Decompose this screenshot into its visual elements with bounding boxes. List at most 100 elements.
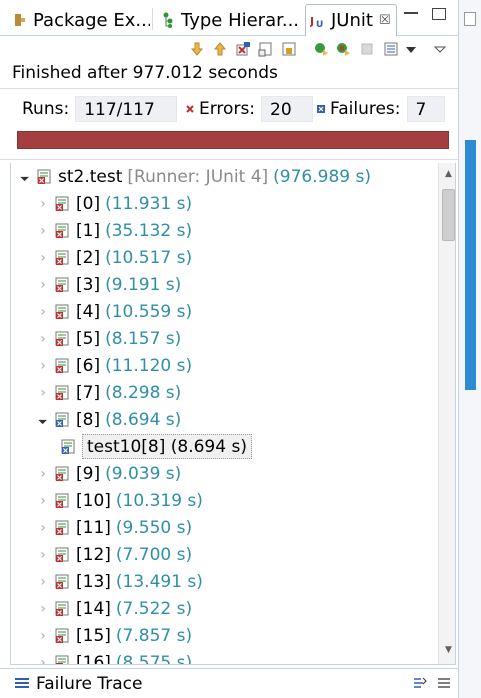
- collapse-arrow-icon[interactable]: ›: [37, 460, 49, 487]
- tree-item-test10-8[interactable]: test10[8] (8.694 s): [55, 433, 252, 460]
- tree-item[interactable]: › [1] (35.132 s): [37, 217, 192, 244]
- show-skipped-icon[interactable]: [281, 41, 297, 57]
- right-side-strip: [458, 0, 481, 698]
- item-time: (13.491 s): [115, 571, 203, 592]
- test-run-history-icon[interactable]: [383, 41, 399, 57]
- root-time: (976.989 s): [273, 166, 371, 187]
- tree-item[interactable]: › [6] (11.120 s): [37, 352, 192, 379]
- tree-item[interactable]: › [5] (8.157 s): [37, 325, 181, 352]
- tree-item[interactable]: › [12] (7.700 s): [37, 541, 192, 568]
- test-suite-error-icon: [37, 169, 51, 184]
- item-time: (9.191 s): [105, 274, 182, 295]
- document-icon[interactable]: [464, 12, 476, 26]
- runs-label: Runs:: [22, 99, 70, 119]
- tree-item[interactable]: › [10] (10.319 s): [37, 487, 203, 514]
- tab-separator: [152, 8, 153, 30]
- tree-item[interactable]: ◢ [8] (8.694 s): [37, 406, 182, 433]
- collapse-arrow-icon[interactable]: ›: [37, 352, 49, 379]
- tab-package-explorer[interactable]: Package Ex...: [12, 4, 150, 36]
- collapse-arrow-icon[interactable]: ›: [37, 487, 49, 514]
- tree-item[interactable]: › [16] (8.575 s): [37, 649, 192, 665]
- error-icon: [186, 105, 194, 113]
- test-suite-error-icon: [55, 196, 69, 211]
- test-suite-error-icon: [55, 520, 69, 535]
- root-name: st2.test: [58, 166, 123, 187]
- next-failure-icon[interactable]: [189, 41, 205, 57]
- close-icon[interactable]: ☒: [379, 13, 391, 28]
- item-name: [6]: [76, 355, 101, 376]
- tree-scrollbar[interactable]: ▲ ▼: [438, 163, 455, 664]
- view-menu-icon[interactable]: [432, 41, 448, 57]
- collapse-arrow-icon[interactable]: ›: [37, 649, 49, 665]
- tree-item[interactable]: › [9] (9.039 s): [37, 460, 181, 487]
- stack-trace-icon: [15, 678, 29, 688]
- maximize-icon[interactable]: [432, 8, 446, 20]
- test-suite-error-icon: [55, 601, 69, 616]
- tab-junit[interactable]: JU JUnit ☒: [305, 4, 397, 36]
- collapse-arrow-icon[interactable]: ›: [37, 568, 49, 595]
- filter-stack-trace-icon[interactable]: [412, 675, 428, 691]
- tab-type-hierarchy[interactable]: Type Hierar...: [160, 4, 300, 36]
- history-dropdown-icon[interactable]: [403, 41, 419, 57]
- rerun-test-icon[interactable]: [313, 41, 329, 57]
- tree-item[interactable]: › [7] (8.298 s): [37, 379, 181, 406]
- expand-arrow-icon[interactable]: ◢: [11, 163, 39, 190]
- collapse-arrow-icon[interactable]: ›: [37, 514, 49, 541]
- minimize-icon[interactable]: [404, 8, 418, 14]
- test-tree[interactable]: ◢ st2.test [Runner: JUnit 4] (976.989 s) › [0…: [10, 163, 456, 665]
- tab-label: Type Hierar...: [181, 9, 300, 31]
- runs-counter: Runs: 117/117: [22, 96, 178, 122]
- collapse-arrow-icon[interactable]: ›: [37, 271, 49, 298]
- tree-item[interactable]: › [3] (9.191 s): [37, 271, 181, 298]
- collapse-arrow-icon[interactable]: ›: [37, 190, 49, 217]
- collapse-arrow-icon[interactable]: ›: [37, 298, 49, 325]
- collapse-arrow-icon[interactable]: ›: [37, 595, 49, 622]
- svg-text:J: J: [310, 15, 314, 28]
- test-suite-error-icon: [55, 547, 69, 562]
- test-suite-error-icon: [55, 331, 69, 346]
- item-name: [15]: [76, 625, 111, 646]
- test-suite-error-icon: [55, 223, 69, 238]
- scrollbar-thumb[interactable]: [442, 189, 455, 241]
- progress-bar: [17, 131, 449, 149]
- collapse-arrow-icon[interactable]: ›: [37, 217, 49, 244]
- failures-label: Failures:: [330, 99, 401, 119]
- rerun-failed-first-icon[interactable]: [335, 41, 351, 57]
- tree-item[interactable]: › [4] (10.559 s): [37, 298, 192, 325]
- tree-item[interactable]: › [13] (13.491 s): [37, 568, 203, 595]
- item-time: (7.700 s): [115, 544, 193, 565]
- collapse-arrow-icon[interactable]: ›: [37, 379, 49, 406]
- tree-item[interactable]: › [11] (9.550 s): [37, 514, 192, 541]
- item-time: (7.522 s): [115, 598, 193, 619]
- tree-item[interactable]: › [15] (7.857 s): [37, 622, 192, 649]
- test-suite-error-icon: [55, 358, 69, 373]
- collapse-arrow-icon[interactable]: ›: [37, 622, 49, 649]
- package-explorer-icon: [12, 12, 28, 28]
- tree-item[interactable]: › [2] (10.517 s): [37, 244, 192, 271]
- selected-test-label: test10[8] (8.694 s): [82, 434, 252, 459]
- previous-failure-icon[interactable]: [212, 41, 228, 57]
- test-suite-error-icon: [55, 385, 69, 400]
- item-time: (11.120 s): [105, 355, 193, 376]
- tree-item[interactable]: › [14] (7.522 s): [37, 595, 192, 622]
- collapse-arrow-icon[interactable]: ›: [37, 541, 49, 568]
- test-suite-error-icon: [55, 250, 69, 265]
- compare-result-icon[interactable]: [436, 675, 452, 691]
- show-failures-only-icon[interactable]: [235, 41, 251, 57]
- expand-arrow-icon[interactable]: ◢: [29, 406, 57, 434]
- strip-accent-bar: [465, 140, 476, 390]
- collapse-arrow-icon[interactable]: ›: [37, 325, 49, 352]
- scroll-up-arrow-icon[interactable]: ▲: [439, 165, 455, 183]
- tab-label: Package Ex...: [33, 9, 150, 31]
- errors-label: Errors:: [199, 99, 256, 119]
- scroll-lock-icon[interactable]: [258, 41, 274, 57]
- errors-value: 20: [261, 96, 314, 122]
- collapse-arrow-icon[interactable]: ›: [37, 244, 49, 271]
- tree-item[interactable]: › [0] (11.931 s): [37, 190, 192, 217]
- item-name: [2]: [76, 247, 101, 268]
- scroll-down-arrow-icon[interactable]: ▼: [439, 641, 455, 659]
- type-hierarchy-icon: [160, 12, 176, 28]
- test-suite-error-icon: [55, 277, 69, 292]
- stop-icon[interactable]: [359, 41, 375, 57]
- tree-root-item[interactable]: ◢ st2.test [Runner: JUnit 4] (976.989 s): [19, 163, 371, 190]
